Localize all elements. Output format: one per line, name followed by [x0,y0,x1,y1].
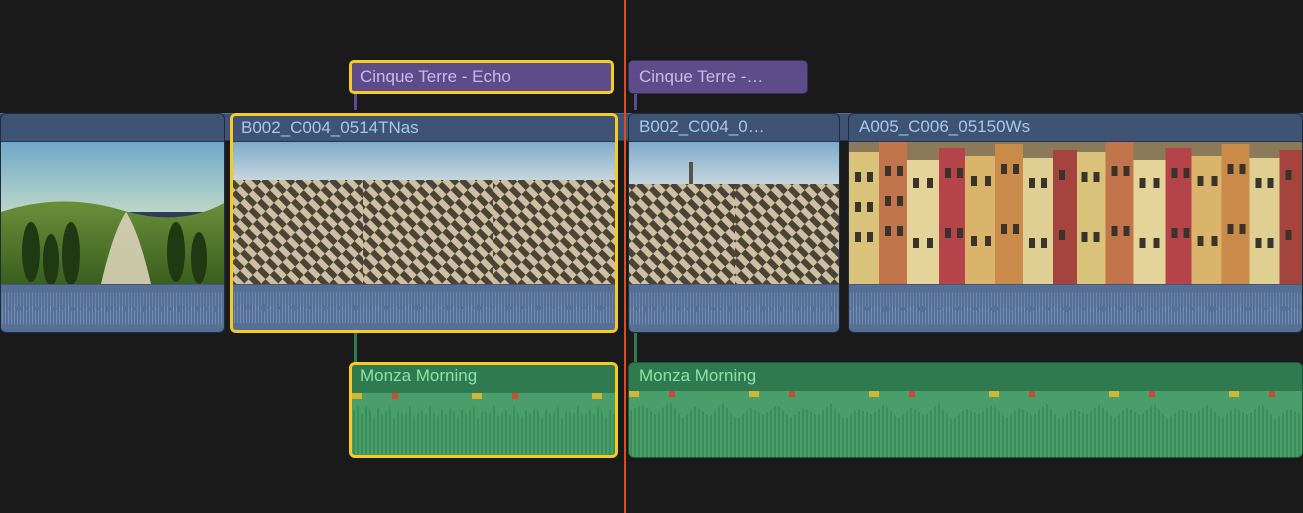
thumbnail [1,142,224,284]
title-clip-cinque-terre-2[interactable]: Cinque Terre -… [628,60,808,94]
thumb-strip [233,142,615,284]
thumbnail [363,142,493,284]
audio-clip-name: Monza Morning [360,366,477,385]
clip-audio-waveform [233,284,615,330]
thumbnail [849,142,1077,284]
audio-connector [354,333,357,363]
clip-header: B002_C004_0… [629,114,839,142]
clip-audio-waveform [629,284,839,332]
audio-waveform [352,393,615,457]
audio-clip-header: Monza Morning [352,365,615,393]
clip-name: B002_C004_0514TNas [241,118,419,137]
thumb-strip [629,142,839,284]
clip-header [1,114,224,142]
audio-waveform [629,391,1302,458]
audio-clip-header: Monza Morning [629,363,1302,391]
audio-connector [634,333,637,363]
audio-clip-name: Monza Morning [639,366,756,385]
title-clip-cinque-terre-echo[interactable]: Cinque Terre - Echo [349,60,614,94]
timeline[interactable]: Cinque Terre - Echo Cinque Terre -… [0,0,1303,513]
title-clip-label: Cinque Terre - Echo [360,67,511,86]
thumbnail [735,142,839,284]
title-connector [354,94,357,110]
video-clip-0[interactable] [0,113,225,333]
clip-header: B002_C004_0514TNas [233,116,615,142]
clip-audio-waveform [849,284,1302,332]
thumbnail [493,142,615,284]
video-clip-1[interactable]: B002_C004_0514TNas [230,113,618,333]
title-clip-label: Cinque Terre -… [639,67,763,86]
thumb-strip [849,142,1302,284]
clip-name: A005_C006_05150Ws [859,117,1030,136]
clip-header: A005_C006_05150Ws [849,114,1302,142]
thumbnail [1077,142,1302,284]
thumbnail [629,142,735,284]
clip-audio-waveform [1,284,224,332]
thumb-strip [1,142,224,284]
playhead[interactable] [624,0,626,513]
audio-clip-monza-2[interactable]: Monza Morning [628,362,1303,458]
audio-clip-monza-1[interactable]: Monza Morning [349,362,618,458]
thumbnail [233,142,363,284]
video-clip-3[interactable]: A005_C006_05150Ws [848,113,1303,333]
video-clip-2[interactable]: B002_C004_0… [628,113,840,333]
title-connector [634,94,637,110]
clip-name: B002_C004_0… [639,117,765,136]
